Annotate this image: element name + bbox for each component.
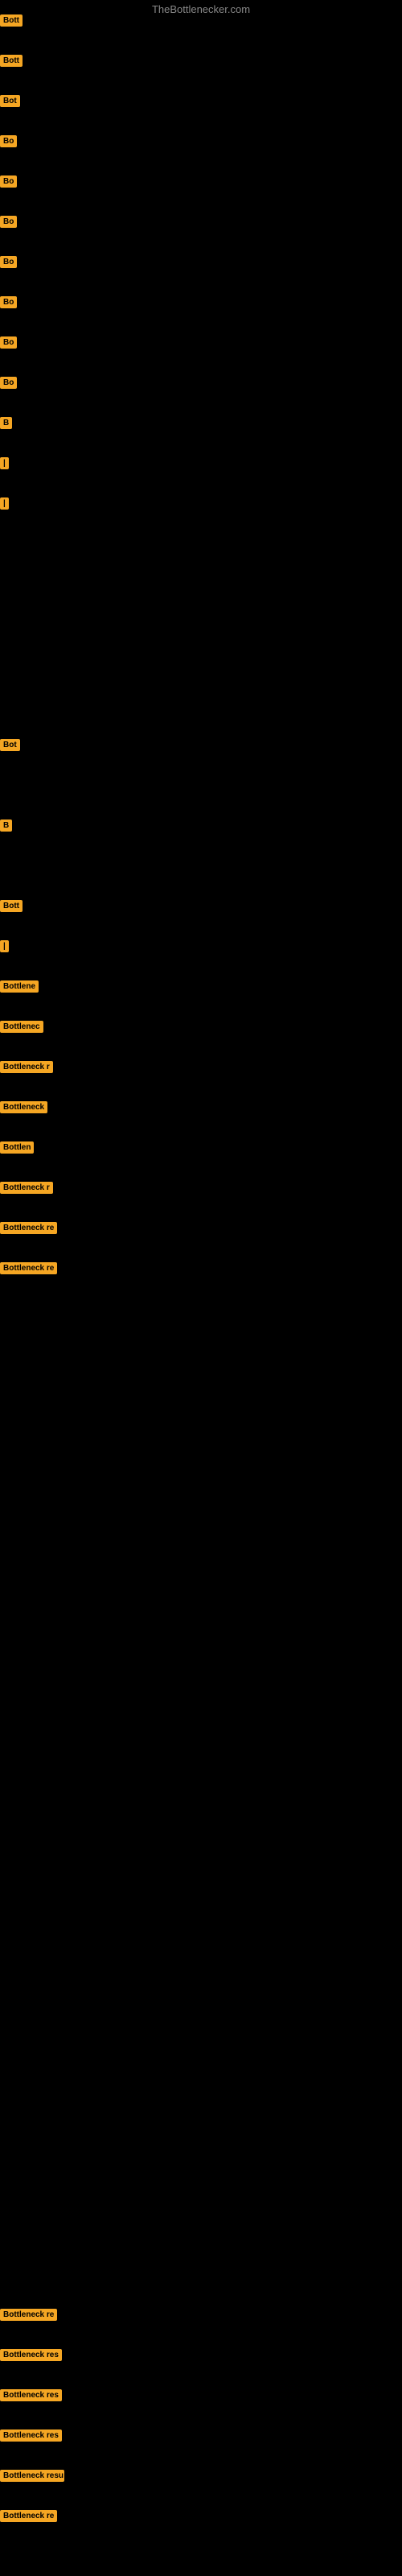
label-badge-b1: Bott — [0, 14, 23, 27]
label-badge-b11: B — [0, 417, 12, 429]
label-badge-b4: Bo — [0, 135, 17, 147]
label-badge-b27: Bottleneck res — [0, 2349, 62, 2361]
label-badge-b19: Bottlenec — [0, 1021, 43, 1033]
label-badge-b2: Bott — [0, 55, 23, 67]
label-badge-b16: Bott — [0, 900, 23, 912]
label-badge-b6: Bo — [0, 216, 17, 228]
label-badge-b8: Bo — [0, 296, 17, 308]
label-badge-b7: Bo — [0, 256, 17, 268]
label-badge-b18: Bottlene — [0, 980, 39, 993]
label-badge-b24: Bottleneck re — [0, 1222, 57, 1234]
label-badge-b5: Bo — [0, 175, 17, 188]
label-badge-b30: Bottleneck resu — [0, 2470, 64, 2482]
label-badge-b31: Bottleneck re — [0, 2510, 57, 2522]
label-badge-b25: Bottleneck re — [0, 1262, 57, 1274]
label-badge-b9: Bo — [0, 336, 17, 349]
label-badge-b15: B — [0, 819, 12, 832]
label-badge-b26: Bottleneck re — [0, 2309, 57, 2321]
label-badge-b10: Bo — [0, 377, 17, 389]
label-badge-b17: | — [0, 940, 9, 952]
label-badge-b23: Bottleneck r — [0, 1182, 53, 1194]
label-badge-b29: Bottleneck res — [0, 2429, 62, 2442]
label-badge-b28: Bottleneck res — [0, 2389, 62, 2401]
label-badge-b21: Bottleneck — [0, 1101, 47, 1113]
label-badge-b14: Bot — [0, 739, 20, 751]
site-title: TheBottlenecker.com — [152, 3, 250, 15]
label-badge-b20: Bottleneck r — [0, 1061, 53, 1073]
label-badge-b3: Bot — [0, 95, 20, 107]
label-badge-b12: | — [0, 457, 9, 469]
label-badge-b22: Bottlen — [0, 1141, 34, 1154]
label-badge-b13: | — [0, 497, 9, 510]
